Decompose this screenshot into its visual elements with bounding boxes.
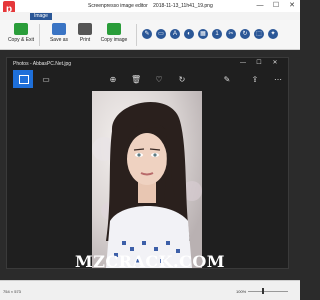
favorite-icon[interactable]: ♡ [154,75,164,85]
close-button[interactable]: ✕ [284,0,300,12]
number-tool-icon[interactable]: 1 [212,29,222,39]
more-icon[interactable]: ⋯ [273,75,283,85]
zoom-icon[interactable]: ⊕ [108,75,118,85]
save-icon [52,23,66,35]
slideshow-icon[interactable]: ▭ [41,75,51,85]
ribbon-separator [136,24,137,46]
ribbon-tab-bar: Image [0,12,300,20]
rectangle-tool-icon[interactable]: ▭ [156,29,166,39]
rotate-icon[interactable]: ↻ [177,75,187,85]
pen-tool-icon[interactable]: ✎ [142,29,152,39]
effects-tool-icon[interactable]: ✦ [268,29,278,39]
frame-tool-icon[interactable]: ⬚ [254,29,264,39]
screenpresso-editor-window: p Screenpresso image editor 2018-11-13_1… [0,0,300,300]
copy-image-icon [107,23,121,35]
portrait-photo [92,91,202,268]
zoom-slider[interactable] [248,291,288,292]
copy-image-button[interactable]: Copy image [97,23,131,49]
photos-minimize-button[interactable]: — [237,59,249,68]
copy-image-label: Copy image [100,37,128,43]
copy-exit-button[interactable]: Copy & Exit [4,23,38,49]
print-label: Print [79,37,91,43]
text-tool-icon[interactable]: A [170,29,180,39]
print-icon [78,23,92,35]
copy-exit-icon [14,23,28,35]
crop-tool-icon[interactable]: ✂ [226,29,236,39]
photos-toolbar: ▭ ⊕ 🗑 ♡ ↻ ✎ ⇪ ⋯ [7,68,288,90]
photos-window-title: Photos - AbbasPC.Net.jpg [13,61,72,67]
image-dimensions: 754 × 573 [3,289,21,294]
window-title: Screenpresso image editor 2018-11-13_11h… [88,3,217,9]
photos-app-window: Photos - AbbasPC.Net.jpg — ☐ ✕ ▭ ⊕ 🗑 ♡ ↻… [6,57,289,269]
watermark-text: MZCRACK.COM [75,252,225,271]
save-as-label: Save as [49,37,69,43]
rotate-tool-icon[interactable]: ↻ [240,29,250,39]
edit-icon[interactable]: ✎ [222,75,232,85]
zoom-level: 100% [236,289,247,294]
highlight-tool-icon[interactable]: ◐ [184,29,194,39]
ribbon-separator [39,24,40,46]
status-bar: 754 × 573 100% [0,280,300,300]
photos-close-button[interactable]: ✕ [269,59,281,68]
tab-image[interactable]: Image [30,13,52,20]
copy-exit-label: Copy & Exit [7,37,35,43]
photos-maximize-button[interactable]: ☐ [253,59,265,68]
minimize-button[interactable]: — [252,0,268,12]
share-icon[interactable]: ⇪ [250,75,260,85]
blur-tool-icon[interactable]: ▦ [198,29,208,39]
zoom-slider-thumb[interactable] [262,288,264,294]
delete-icon[interactable]: 🗑 [131,75,141,85]
app-title: Screenpresso image editor [88,3,148,9]
view-photo-button[interactable] [13,70,33,88]
file-name: 2018-11-13_11h41_19.png [153,3,213,9]
maximize-button[interactable]: ☐ [268,0,284,12]
ribbon-toolbar: Copy & Exit Save as Print Copy image ✎ ▭… [0,20,300,50]
title-bar: p Screenpresso image editor 2018-11-13_1… [0,0,300,21]
